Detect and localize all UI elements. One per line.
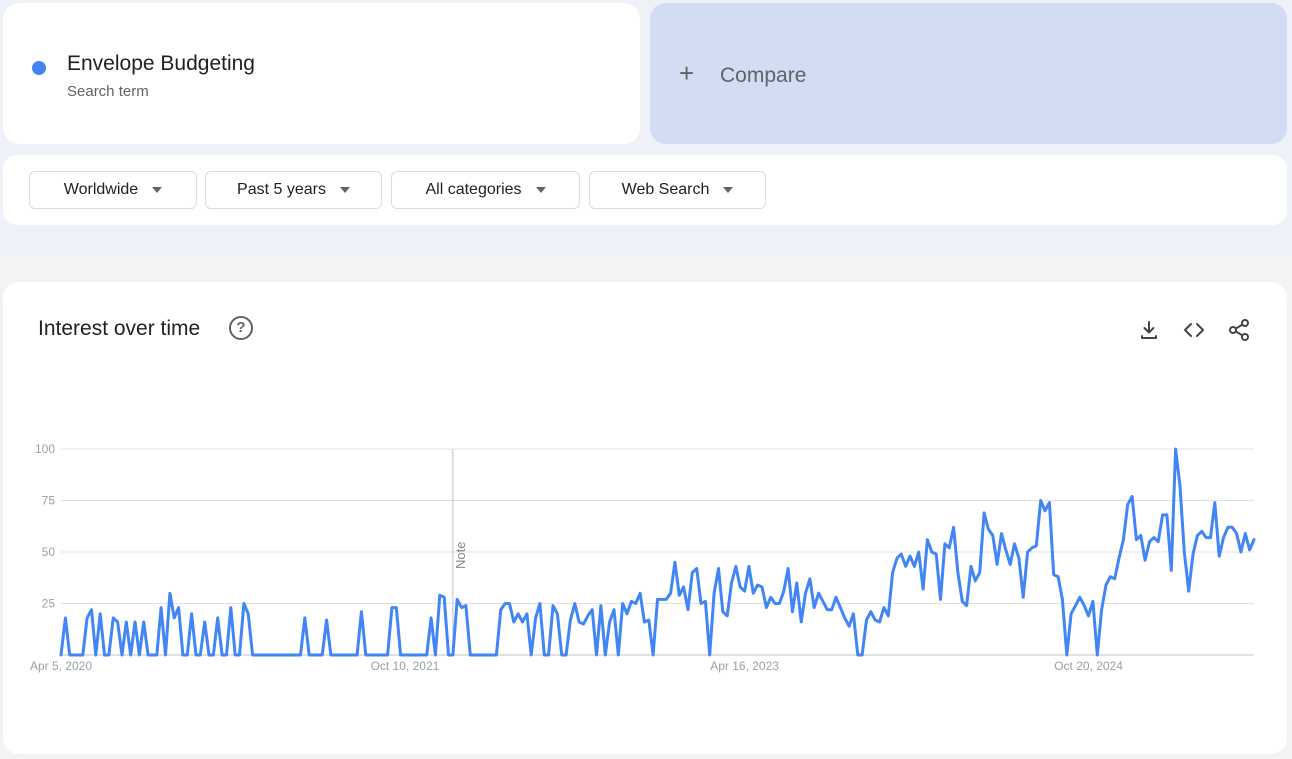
- y-tick-label: 25: [42, 597, 56, 611]
- compare-button[interactable]: + Compare: [650, 3, 1287, 144]
- region-dropdown[interactable]: Worldwide: [29, 171, 197, 209]
- search-term-card[interactable]: Envelope Budgeting Search term: [3, 3, 640, 144]
- y-tick-label: 75: [42, 494, 56, 508]
- time-range-dropdown-label: Past 5 years: [237, 181, 326, 198]
- caret-down-icon: [535, 187, 546, 193]
- plus-icon: +: [679, 58, 695, 88]
- caret-down-icon: [152, 187, 163, 193]
- caret-down-icon: [339, 187, 350, 193]
- interest-over-time-card: Interest over time ? 25 50 75 100 Note Apr 5,…: [3, 282, 1287, 754]
- search-type-dropdown-label: Web Search: [621, 181, 710, 198]
- x-tick-label: Oct 10, 2021: [371, 659, 440, 673]
- search-type-dropdown[interactable]: Web Search: [589, 171, 766, 209]
- search-term-name[interactable]: Envelope Budgeting: [67, 52, 255, 76]
- y-tick-label: 50: [42, 545, 56, 559]
- time-range-dropdown[interactable]: Past 5 years: [205, 171, 382, 209]
- interest-line-chart: 25 50 75 100 Note Apr 5, 2020 Oct 10, 2021 Apr …: [30, 442, 1256, 673]
- compare-label: Compare: [720, 64, 807, 87]
- search-term-subtitle: Search term: [67, 83, 149, 100]
- x-tick-label: Oct 20, 2024: [1054, 659, 1123, 673]
- filters-bar: Worldwide Past 5 years All categories We…: [3, 155, 1287, 225]
- series-color-dot: [32, 61, 46, 75]
- y-tick-label: 100: [35, 442, 55, 456]
- x-tick-label: Apr 16, 2023: [710, 659, 779, 673]
- x-tick-label: Apr 5, 2020: [30, 659, 92, 673]
- note-label: Note: [453, 542, 468, 569]
- category-dropdown-label: All categories: [425, 181, 522, 198]
- category-dropdown[interactable]: All categories: [391, 171, 580, 209]
- caret-down-icon: [723, 187, 734, 193]
- region-dropdown-label: Worldwide: [63, 181, 139, 198]
